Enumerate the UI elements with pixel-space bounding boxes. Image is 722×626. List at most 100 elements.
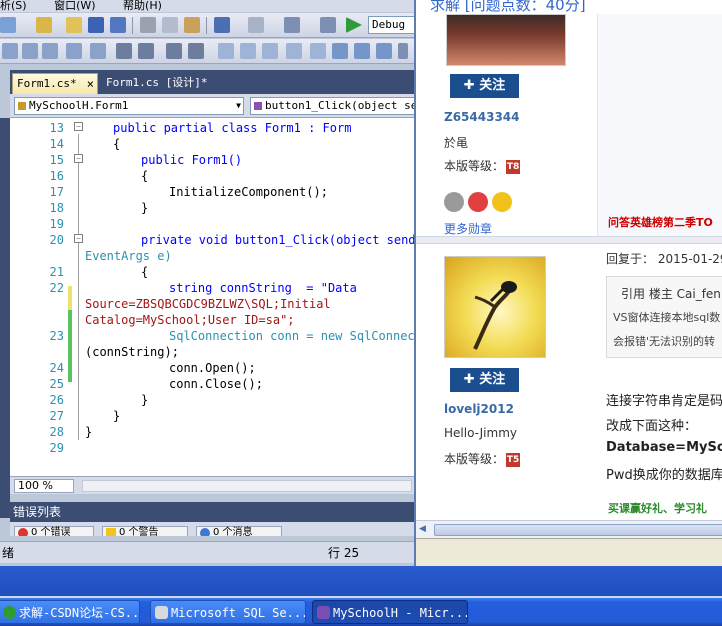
browser-window: 求解 [问题点数：40分] 问答英雄榜第二季TO ✚ 关注 Z65443344 … bbox=[414, 0, 722, 566]
code-line: conn.Open(); bbox=[169, 361, 256, 375]
line-number: 19 bbox=[49, 217, 64, 231]
post-body bbox=[597, 14, 722, 236]
previous-bookmark-icon[interactable] bbox=[240, 43, 256, 59]
more-medals-link[interactable]: 更多勋章 bbox=[444, 220, 492, 237]
member-dropdown-value: button1_Click(object sen bbox=[265, 99, 416, 112]
redo-icon[interactable] bbox=[248, 17, 264, 33]
open-folder-icon[interactable] bbox=[66, 17, 82, 33]
member-dropdown[interactable]: button1_Click(object sen bbox=[250, 97, 416, 115]
solution-config-select[interactable]: Debug bbox=[368, 16, 416, 34]
navigate-back-icon[interactable] bbox=[284, 17, 300, 33]
code-line: } bbox=[113, 409, 121, 423]
zoom-select[interactable]: 100 % bbox=[14, 479, 74, 493]
next-in-document-icon[interactable] bbox=[354, 43, 370, 59]
previous-in-document-icon[interactable] bbox=[332, 43, 348, 59]
promo-link[interactable]: 问答英雄榜第二季TO bbox=[608, 214, 713, 230]
save-all-icon[interactable] bbox=[110, 17, 126, 33]
errors-filter-button[interactable]: 0 个错误 bbox=[14, 526, 94, 536]
scroll-left-icon[interactable]: ◀ bbox=[419, 524, 431, 536]
navigate-forward-icon[interactable] bbox=[320, 17, 336, 33]
comment-icon[interactable] bbox=[166, 43, 182, 59]
line-number: 24 bbox=[49, 361, 64, 375]
parameter-info-icon[interactable] bbox=[42, 43, 58, 59]
increase-indent-icon[interactable] bbox=[138, 43, 154, 59]
bookmark-icon[interactable] bbox=[218, 43, 234, 59]
next-in-folder-icon[interactable] bbox=[310, 43, 326, 59]
toolbar-separator bbox=[206, 17, 207, 34]
taskbar-item-browser[interactable]: 求解-CSDN论坛-CS... bbox=[0, 600, 140, 624]
avatar[interactable] bbox=[446, 14, 566, 66]
menu-analyze[interactable]: 析(S) bbox=[0, 0, 27, 12]
reply-text: 改成下面这种： bbox=[606, 419, 698, 434]
menu-help[interactable]: 帮助(H) bbox=[123, 0, 162, 12]
cut-icon[interactable] bbox=[140, 17, 156, 33]
browser-horizontal-scrollbar[interactable]: ◀ bbox=[416, 520, 722, 538]
avatar[interactable] bbox=[444, 256, 546, 358]
visual-studio-window: 析(S) 窗口(W) 帮助(H) Debug Form1.cs* × Form1… bbox=[0, 0, 416, 566]
line-number: 22 bbox=[49, 281, 64, 295]
promo-link[interactable]: 买课赢好礼、学习礼 bbox=[608, 500, 707, 516]
class-dropdown-value: MySchoolH.Form1 bbox=[29, 99, 129, 112]
uncomment-icon[interactable] bbox=[188, 43, 204, 59]
document-tab-strip: Form1.cs* × Form1.cs [设计]* bbox=[10, 70, 416, 94]
undo-icon[interactable] bbox=[214, 17, 230, 33]
text-editor-icon[interactable] bbox=[2, 43, 18, 59]
paste-icon[interactable] bbox=[184, 17, 200, 33]
chevron-down-icon: ▼ bbox=[236, 101, 241, 110]
start-debug-icon[interactable] bbox=[346, 17, 362, 33]
decrease-indent-icon[interactable] bbox=[116, 43, 132, 59]
class-dropdown[interactable]: MySchoolH.Form1 ▼ bbox=[14, 97, 244, 115]
code-line: } bbox=[141, 201, 149, 215]
code-editor[interactable]: − − − 13 14 15 16 17 18 19 20 21 22 23 2… bbox=[10, 118, 416, 476]
level-badge: T8 bbox=[506, 159, 521, 174]
outline-guide bbox=[78, 134, 79, 440]
line-number: 13 bbox=[49, 121, 64, 135]
open-file-icon[interactable] bbox=[36, 17, 52, 33]
code-line: { bbox=[113, 137, 121, 151]
username[interactable]: Z65443344 bbox=[444, 110, 520, 124]
save-icon[interactable] bbox=[88, 17, 104, 33]
user-nickname: Hello-Jimmy bbox=[444, 426, 517, 440]
line-number: 21 bbox=[49, 265, 64, 279]
taskbar-item-visual-studio[interactable]: MySchoolH - Micr... bbox=[312, 600, 468, 624]
tab-form1-design[interactable]: Form1.cs [设计]* bbox=[102, 73, 232, 94]
scrollbar-thumb[interactable] bbox=[434, 524, 722, 536]
next-bookmark-icon[interactable] bbox=[262, 43, 278, 59]
quote-line: 会报错'无法识别的转 bbox=[613, 335, 716, 348]
code-line: } bbox=[141, 393, 149, 407]
code-line: string connString = "Data bbox=[169, 281, 357, 295]
taskbar-item-sql-server[interactable]: Microsoft SQL Se... bbox=[150, 600, 306, 624]
toolbox-rail[interactable] bbox=[0, 118, 10, 518]
code-line: (connString); bbox=[85, 345, 179, 359]
warnings-filter-button[interactable]: 0 个警告 bbox=[102, 526, 188, 536]
username[interactable]: lovelj2012 bbox=[444, 402, 514, 416]
clear-bookmarks-icon[interactable] bbox=[376, 43, 392, 59]
quick-info-icon[interactable] bbox=[66, 43, 82, 59]
collapse-icon[interactable]: − bbox=[74, 122, 83, 131]
class-icon bbox=[18, 102, 26, 110]
tab-form1-cs[interactable]: Form1.cs* × bbox=[12, 73, 98, 94]
close-tab-icon[interactable]: × bbox=[87, 74, 94, 94]
editor-horizontal-scrollbar[interactable] bbox=[82, 480, 412, 492]
bookmark-folder-icon[interactable] bbox=[286, 43, 302, 59]
toolbar-overflow-icon[interactable] bbox=[398, 43, 408, 59]
taskbar-item-label: 求解-CSDN论坛-CS... bbox=[19, 606, 140, 620]
medal-icon[interactable] bbox=[492, 192, 512, 212]
menu-window[interactable]: 窗口(W) bbox=[54, 0, 95, 12]
quote-title: 引用 楼主 Cai_fen bbox=[621, 287, 721, 301]
method-icon bbox=[254, 102, 262, 110]
line-number: 25 bbox=[49, 377, 64, 391]
medal-icon[interactable] bbox=[444, 192, 464, 212]
collapse-icon[interactable]: − bbox=[74, 154, 83, 163]
messages-filter-button[interactable]: 0 个消息 bbox=[196, 526, 282, 536]
medal-icon[interactable] bbox=[468, 192, 488, 212]
new-project-icon[interactable] bbox=[0, 17, 16, 33]
follow-button[interactable]: ✚ 关注 bbox=[450, 74, 519, 98]
follow-button[interactable]: ✚ 关注 bbox=[450, 368, 519, 392]
member-list-icon[interactable] bbox=[22, 43, 38, 59]
collapse-icon[interactable]: − bbox=[74, 234, 83, 243]
code-line: public partial class Form1 : Form bbox=[113, 121, 352, 135]
screen: 析(S) 窗口(W) 帮助(H) Debug Form1.cs* × Form1… bbox=[0, 0, 722, 626]
copy-icon[interactable] bbox=[162, 17, 178, 33]
complete-word-icon[interactable] bbox=[90, 43, 106, 59]
